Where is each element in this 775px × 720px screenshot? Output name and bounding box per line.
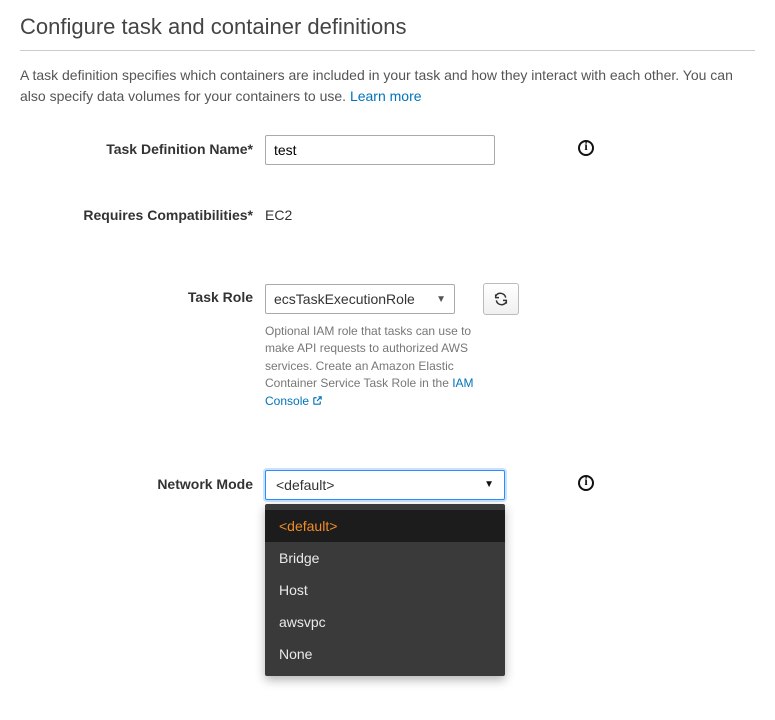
- info-icon[interactable]: [578, 140, 594, 156]
- page-title: Configure task and container definitions: [20, 14, 755, 40]
- network-mode-option-host[interactable]: Host: [265, 574, 505, 606]
- refresh-button[interactable]: [483, 283, 519, 315]
- requires-compatibilities-label: Requires Compatibilities*: [20, 201, 265, 223]
- network-mode-option-bridge[interactable]: Bridge: [265, 542, 505, 574]
- network-mode-selected-value: <default>: [276, 477, 334, 493]
- caret-down-icon: ▼: [484, 479, 494, 490]
- task-role-label: Task Role: [20, 283, 265, 305]
- learn-more-link[interactable]: Learn more: [350, 88, 422, 104]
- network-mode-label: Network Mode: [20, 470, 265, 492]
- network-mode-option-none[interactable]: None: [265, 638, 505, 670]
- info-icon[interactable]: [578, 475, 594, 491]
- network-mode-option-default[interactable]: <default>: [265, 510, 505, 542]
- network-mode-dropdown: <default> Bridge Host awsvpc None: [265, 504, 505, 676]
- task-role-helper-text: Optional IAM role that tasks can use to …: [265, 323, 485, 410]
- task-role-selected-value: ecsTaskExecutionRole: [274, 291, 415, 307]
- task-role-helper-text-body: Optional IAM role that tasks can use to …: [265, 324, 471, 390]
- external-link-icon: [312, 394, 323, 408]
- page-description: A task definition specifies which contai…: [20, 65, 755, 107]
- task-definition-name-label: Task Definition Name*: [20, 135, 265, 157]
- requires-compatibilities-value: EC2: [265, 201, 570, 223]
- title-divider: [20, 50, 755, 51]
- task-role-select[interactable]: ecsTaskExecutionRole ▼: [265, 284, 455, 314]
- refresh-icon: [493, 291, 509, 307]
- caret-down-icon: ▼: [436, 294, 446, 305]
- task-definition-name-input[interactable]: [265, 135, 495, 165]
- network-mode-select[interactable]: <default> ▼: [265, 470, 505, 500]
- network-mode-option-awsvpc[interactable]: awsvpc: [265, 606, 505, 638]
